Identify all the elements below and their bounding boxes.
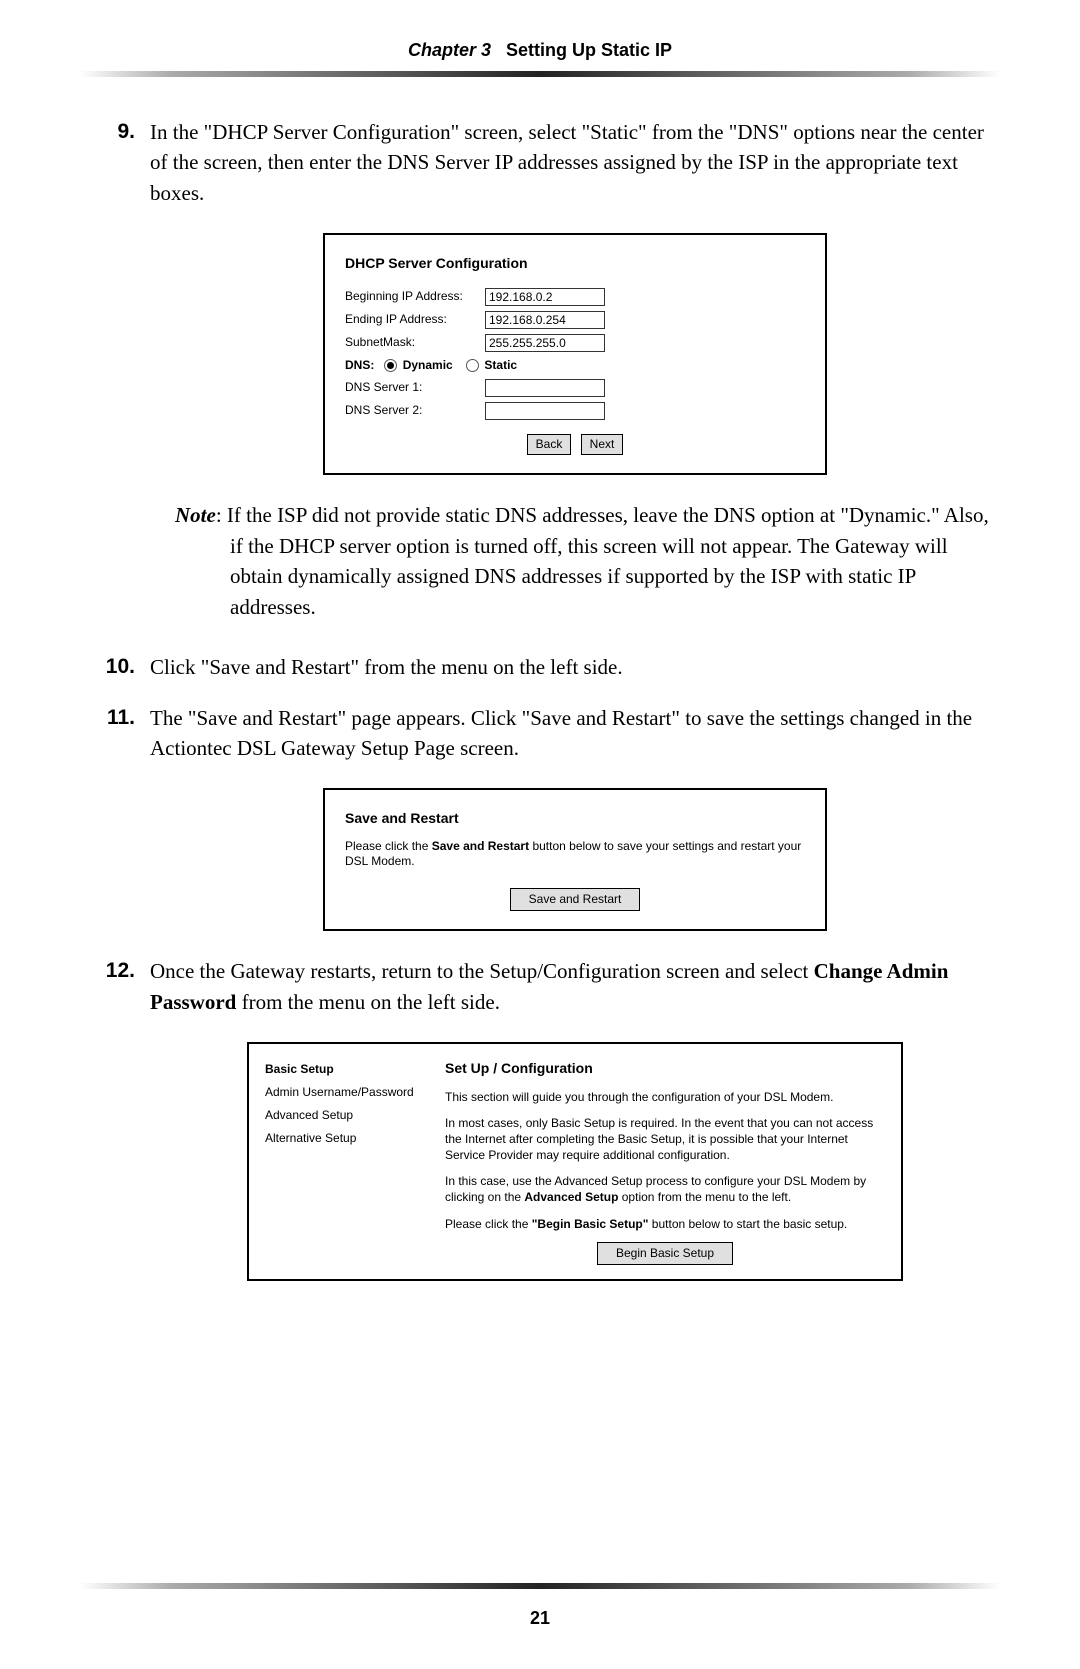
menu-advanced-setup[interactable]: Advanced Setup — [265, 1104, 445, 1127]
begin-basic-setup-button[interactable]: Begin Basic Setup — [597, 1242, 733, 1265]
back-button[interactable]: Back — [527, 434, 572, 455]
setup-menu: Basic Setup Admin Username/Password Adva… — [265, 1058, 445, 1265]
step-12-body: Once the Gateway restarts, return to the… — [150, 956, 1000, 1017]
step-11-body: The "Save and Restart" page appears. Cli… — [150, 703, 1000, 764]
chapter-title: Setting Up Static IP — [506, 40, 672, 60]
header-divider — [80, 71, 1000, 77]
menu-basic-setup[interactable]: Basic Setup — [265, 1058, 445, 1081]
ending-ip-label: Ending IP Address: — [345, 311, 485, 328]
subnetmask-label: SubnetMask: — [345, 334, 485, 351]
dhcp-config-screenshot: DHCP Server Configuration Beginning IP A… — [323, 233, 827, 475]
next-button[interactable]: Next — [581, 434, 624, 455]
dns-dynamic-radio[interactable] — [384, 359, 397, 372]
dns-server-1-label: DNS Server 1: — [345, 379, 485, 396]
setup-config-p1: This section will guide you through the … — [445, 1089, 885, 1105]
step-number-10: 10. — [80, 652, 150, 682]
page-header: Chapter 3 Setting Up Static IP — [80, 40, 1000, 61]
dns-server-2-label: DNS Server 2: — [345, 402, 485, 419]
note-block: Note: If the ISP did not provide static … — [175, 500, 1000, 622]
setup-config-p3: In this case, use the Advanced Setup pro… — [445, 1173, 885, 1205]
step-number-12: 12. — [80, 956, 150, 1017]
ending-ip-input[interactable]: 192.168.0.254 — [485, 311, 605, 329]
step-number-9: 9. — [80, 117, 150, 208]
dns-row: DNS: Dynamic Static — [345, 357, 805, 374]
page-number: 21 — [0, 1608, 1080, 1629]
setup-config-p2: In most cases, only Basic Setup is requi… — [445, 1115, 885, 1164]
save-restart-text: Please click the Save and Restart button… — [345, 839, 805, 870]
footer-divider — [80, 1583, 1000, 1589]
setup-config-title: Set Up / Configuration — [445, 1058, 885, 1078]
subnetmask-input[interactable]: 255.255.255.0 — [485, 334, 605, 352]
chapter-label: Chapter 3 — [408, 40, 491, 60]
save-restart-screenshot: Save and Restart Please click the Save a… — [323, 788, 827, 931]
dns-static-radio[interactable] — [466, 359, 479, 372]
menu-admin-password[interactable]: Admin Username/Password — [265, 1081, 445, 1104]
beginning-ip-input[interactable]: 192.168.0.2 — [485, 288, 605, 306]
step-9-body: In the "DHCP Server Configuration" scree… — [150, 117, 1000, 208]
setup-config-screenshot: Basic Setup Admin Username/Password Adva… — [247, 1042, 903, 1281]
save-and-restart-button[interactable]: Save and Restart — [510, 888, 641, 911]
menu-alternative-setup[interactable]: Alternative Setup — [265, 1127, 445, 1150]
step-10-body: Click "Save and Restart" from the menu o… — [150, 652, 1000, 682]
dhcp-title: DHCP Server Configuration — [345, 253, 805, 273]
step-number-11: 11. — [80, 703, 150, 764]
dns-server-1-input[interactable] — [485, 379, 605, 397]
dns-server-2-input[interactable] — [485, 402, 605, 420]
setup-config-p4: Please click the "Begin Basic Setup" but… — [445, 1216, 885, 1232]
save-restart-title: Save and Restart — [345, 808, 805, 828]
beginning-ip-label: Beginning IP Address: — [345, 288, 485, 305]
